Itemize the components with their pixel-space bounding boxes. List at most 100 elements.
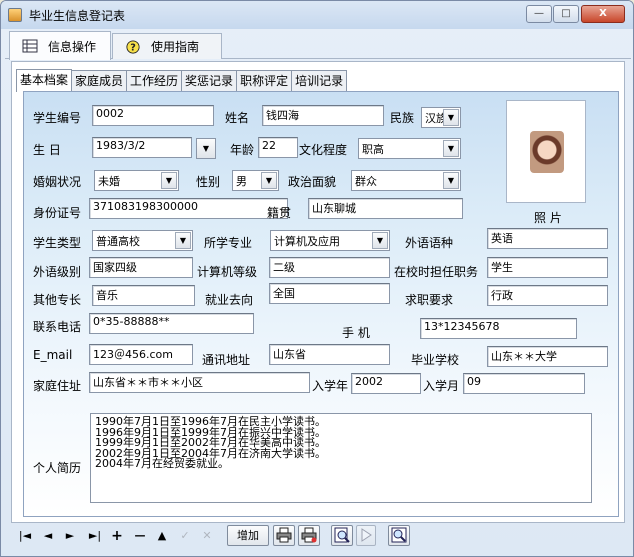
student-id-field[interactable]: 0002 — [92, 105, 214, 126]
tab-label: 使用指南 — [151, 40, 200, 54]
student-photo[interactable] — [506, 100, 586, 203]
education-select[interactable]: 职高 ▼ — [358, 138, 461, 159]
tab-title-evaluation[interactable]: 职称评定 — [236, 70, 293, 92]
major-select[interactable]: 计算机及应用 ▼ — [270, 230, 390, 251]
employment-field[interactable]: 全国 — [269, 283, 390, 304]
computer-level-label: 计算机等级 — [197, 265, 258, 279]
mobile-field[interactable]: 13*12345678 — [420, 318, 577, 339]
cancel-record-icon[interactable]: ✕ — [199, 527, 215, 545]
skills-label: 其他专长 — [33, 293, 82, 307]
portrait-image — [530, 131, 564, 173]
tab-basic-profile[interactable]: 基本档案 — [16, 69, 73, 92]
next-record-icon[interactable]: ► — [62, 527, 78, 545]
computer-level-field[interactable]: 二级 — [269, 257, 390, 278]
phone-label: 联系电话 — [33, 320, 82, 334]
tab-user-guide[interactable]: ? 使用指南 — [112, 33, 222, 59]
resume-line: 2004年7月在经贸委就业。 — [95, 457, 229, 470]
home-label: 家庭住址 — [33, 379, 82, 393]
delete-record-icon[interactable]: — — [132, 527, 148, 545]
first-record-icon[interactable]: |◄ — [17, 527, 33, 545]
age-label: 年龄 — [230, 143, 255, 157]
language-field[interactable]: 英语 — [487, 228, 608, 249]
play-button[interactable] — [356, 525, 376, 546]
edit-record-icon[interactable]: ▲ — [154, 527, 170, 545]
name-field[interactable]: 钱四海 — [262, 105, 384, 126]
idcard-field[interactable]: 371083198300000 — [89, 198, 288, 219]
education-value: 职高 — [362, 143, 384, 156]
tab-work-experience[interactable]: 工作经历 — [126, 70, 183, 92]
app-icon — [8, 8, 22, 22]
search-icon — [391, 527, 407, 543]
lang-level-label: 外语级别 — [33, 265, 82, 279]
print-button[interactable] — [273, 525, 295, 546]
chevron-down-icon: ▼ — [261, 172, 277, 189]
add-record-icon[interactable]: + — [109, 527, 125, 545]
last-record-icon[interactable]: ►| — [85, 527, 105, 545]
grad-school-field[interactable]: 山东＊＊大学 — [487, 346, 608, 367]
mobile-label: 手 机 — [342, 326, 370, 340]
email-field[interactable]: 123＠456.com — [89, 344, 193, 365]
age-field[interactable]: 22 — [258, 137, 298, 158]
svg-text:?: ? — [130, 42, 136, 53]
origin-field[interactable]: 山东聊城 — [308, 198, 463, 219]
maximize-button[interactable]: □ — [553, 5, 579, 23]
gender-select[interactable]: 男 ▼ — [232, 170, 279, 191]
student-type-select[interactable]: 普通高校 ▼ — [92, 230, 193, 251]
chevron-down-icon: ▼ — [443, 109, 459, 126]
school-duty-label: 在校时担任职务 — [394, 265, 479, 279]
tab-training-records[interactable]: 培训记录 — [291, 70, 348, 92]
name-label: 姓名 — [225, 111, 250, 125]
date-picker-button[interactable]: ▼ — [196, 138, 216, 159]
political-select[interactable]: 群众 ▼ — [351, 170, 461, 191]
main-window: 毕业生信息登记表 — □ X 信息操作 ? 使用指南 基本档案 家庭成员 工作经… — [0, 0, 634, 557]
close-button[interactable]: X — [581, 5, 625, 23]
gender-label: 性别 — [196, 175, 221, 189]
photo-label: 照 片 — [534, 211, 562, 225]
enroll-month-field[interactable]: 09 — [463, 373, 585, 394]
marital-select[interactable]: 未婚 ▼ — [94, 170, 179, 191]
resume-textarea[interactable]: 1990年7月1日至1996年7月在民主小学读书。 1996年9月1日至1999… — [90, 413, 592, 503]
play-icon — [361, 528, 372, 542]
preview-button[interactable] — [331, 525, 353, 546]
political-value: 群众 — [355, 175, 377, 188]
school-duty-field[interactable]: 学生 — [487, 257, 608, 278]
help-icon: ? — [126, 39, 140, 54]
grad-school-label: 毕业学校 — [411, 353, 460, 367]
chevron-down-icon: ▼ — [202, 144, 210, 153]
ethnicity-select[interactable]: 汉族 ▼ — [421, 107, 461, 128]
birth-field[interactable]: 1983/3/2 — [92, 137, 192, 158]
tab-info-operation[interactable]: 信息操作 — [9, 31, 111, 60]
home-field[interactable]: 山东省＊＊市＊＊小区 — [89, 372, 310, 393]
printer-icon — [301, 527, 317, 543]
student-id-label: 学生编号 — [33, 111, 82, 125]
marital-value: 未婚 — [98, 175, 120, 188]
address-field[interactable]: 山东省 — [269, 344, 390, 365]
tab-rewards-penalties[interactable]: 奖惩记录 — [181, 70, 238, 92]
email-label: E_mail — [33, 348, 73, 362]
search-button[interactable] — [388, 525, 410, 546]
print-setup-button[interactable] — [298, 525, 320, 546]
language-label: 外语语种 — [405, 236, 454, 250]
student-type-value: 普通高校 — [96, 235, 140, 248]
chevron-down-icon: ▼ — [443, 172, 459, 189]
tab-family-members[interactable]: 家庭成员 — [71, 70, 128, 92]
birth-label: 生 日 — [33, 143, 61, 157]
skills-field[interactable]: 音乐 — [92, 285, 195, 306]
lang-level-field[interactable]: 国家四级 — [89, 257, 193, 278]
main-tab-bar: 信息操作 ? 使用指南 — [5, 31, 631, 60]
chevron-down-icon: ▼ — [372, 232, 388, 249]
post-record-icon[interactable]: ✓ — [177, 527, 193, 545]
phone-field[interactable]: 0*35-88888** — [89, 313, 254, 334]
student-type-label: 学生类型 — [33, 236, 82, 250]
chevron-down-icon: ▼ — [443, 140, 459, 157]
education-label: 文化程度 — [299, 143, 348, 157]
add-button[interactable]: 增加 — [227, 525, 269, 546]
window-title: 毕业生信息登记表 — [29, 9, 126, 23]
job-req-field[interactable]: 行政 — [487, 285, 608, 306]
gender-value: 男 — [236, 175, 247, 188]
resume-label: 个人简历 — [33, 461, 82, 475]
minimize-button[interactable]: — — [526, 5, 552, 23]
enroll-year-field[interactable]: 2002 — [351, 373, 421, 394]
printer-icon — [276, 527, 292, 543]
prev-record-icon[interactable]: ◄ — [40, 527, 56, 545]
